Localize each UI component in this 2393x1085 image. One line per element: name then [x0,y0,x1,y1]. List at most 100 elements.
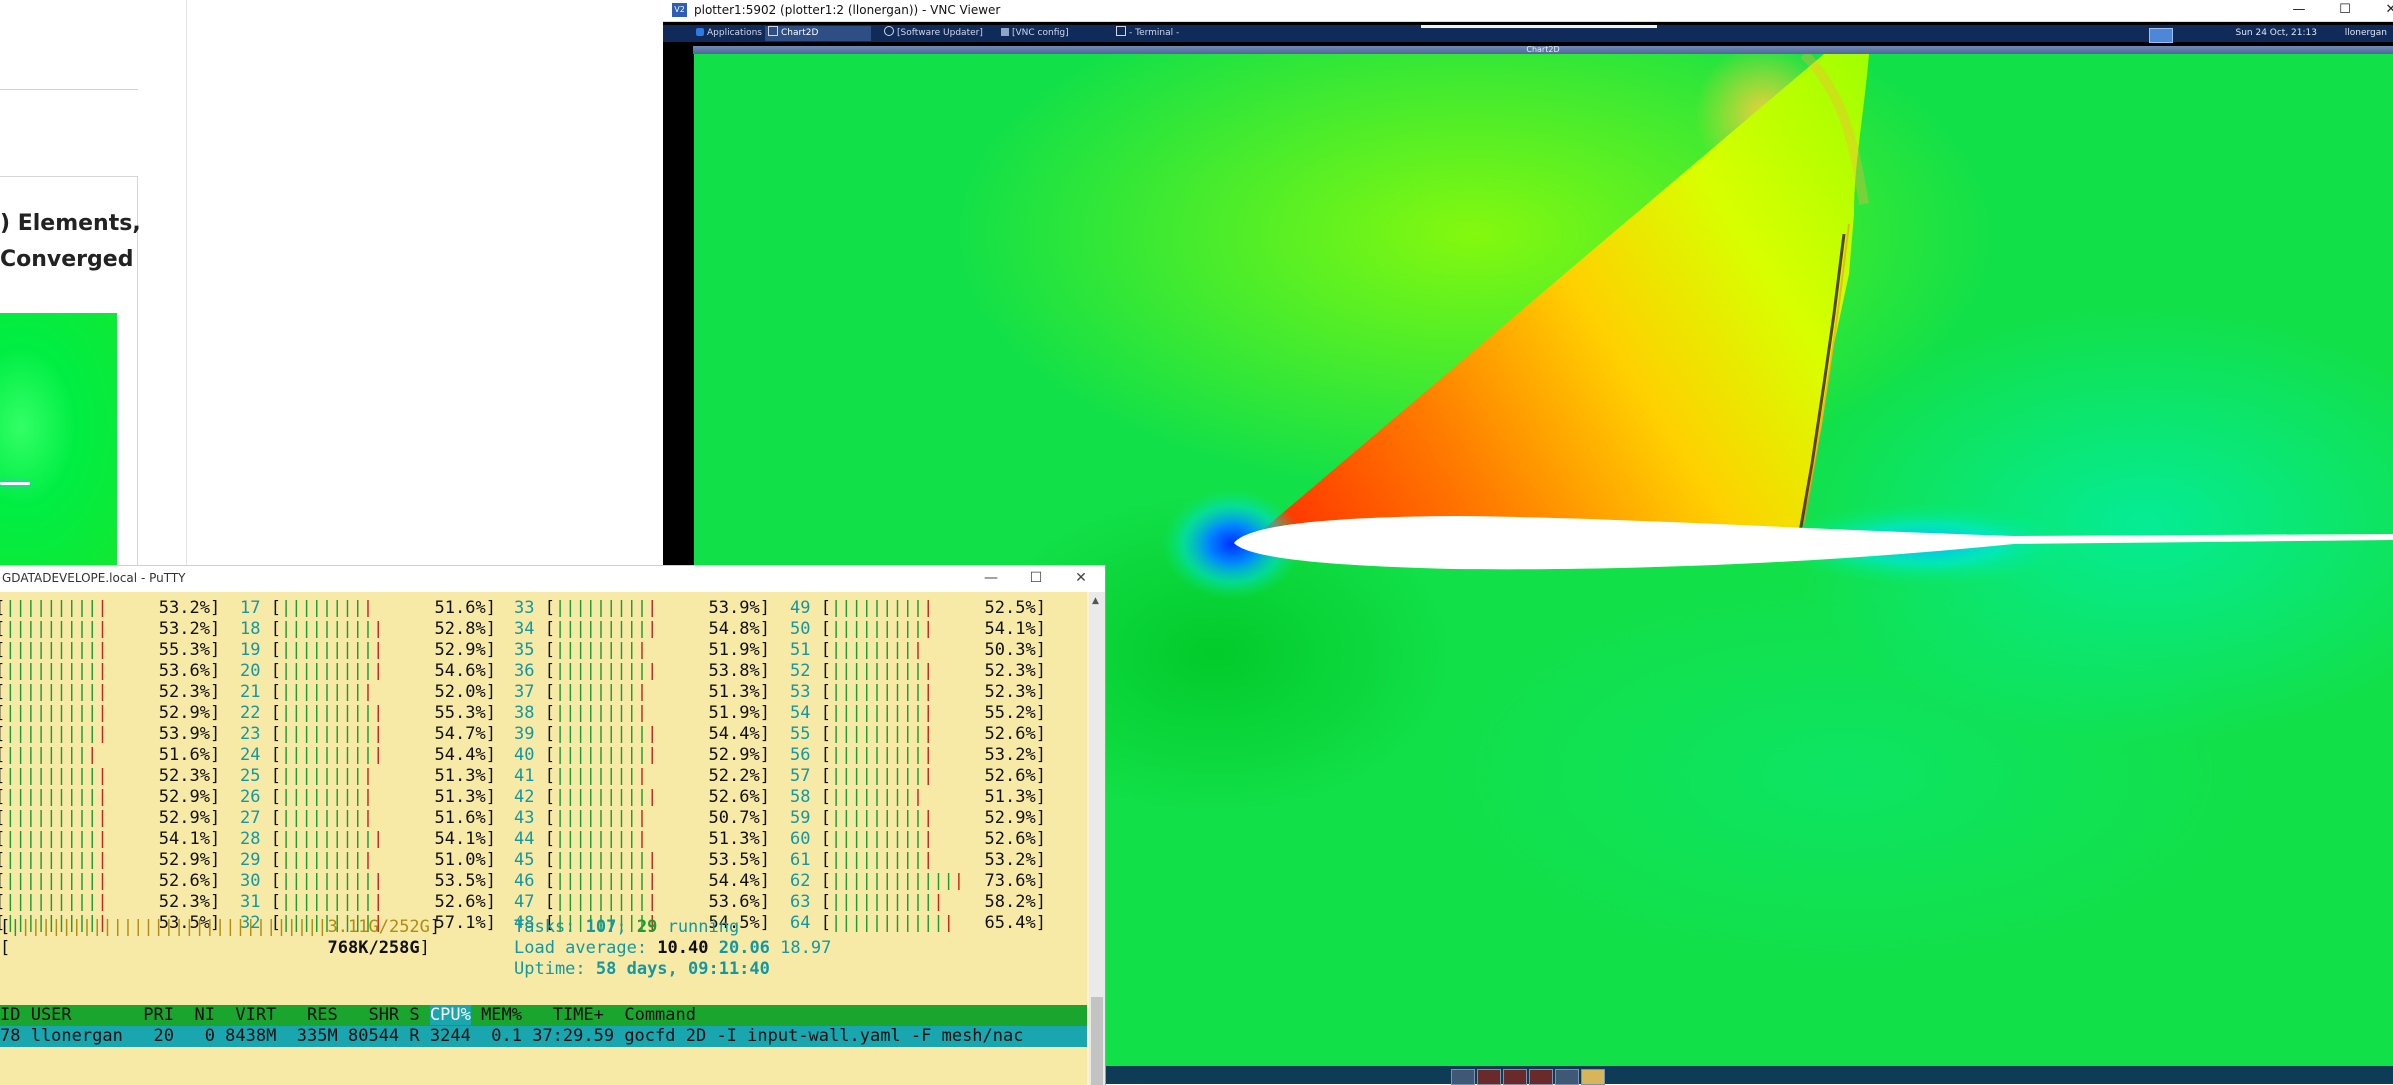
cpu-index: 58 [790,787,821,807]
cpu-meter: [|||||||||| 55.3%] [0,640,221,660]
cpu-meter: 42 [|||||||||| 52.6%] [514,787,770,807]
cpu-percent: 51.3% [373,787,486,807]
process-row-text: 78 llonergan 20 0 8438M 335M 80544 R 324… [0,1026,1024,1046]
cpu-percent: 51.9% [647,640,760,660]
dock-search-icon[interactable] [1555,1069,1579,1085]
cpu-index: 33 [514,598,545,618]
chart-window-title: Chart2D [1526,45,1560,54]
cpu-percent: 52.3% [107,892,210,912]
cpu-percent: 54.8% [657,619,760,639]
cpu-index: 18 [240,619,271,639]
cpu-index: 26 [240,787,271,807]
taskbar-item-chart2d[interactable]: Chart2D [765,26,871,41]
cpu-meter: 44 [||||||||| 51.3%] [514,829,770,849]
cpu-index: 30 [240,871,271,891]
cpu-percent: 53.6% [107,661,210,681]
dock-app-icon[interactable] [1477,1069,1501,1085]
cpu-percent: 53.5% [657,850,760,870]
cpu-percent: 52.2% [647,766,760,786]
cpu-index: 23 [240,724,271,744]
cpu-index: 27 [240,808,271,828]
cpu-meter: 33 [|||||||||| 53.9%] [514,598,770,618]
taskbar-item-software-updater[interactable]: [Software Updater] [881,26,986,41]
cpu-index: 44 [514,829,545,849]
maximize-button[interactable]: ☐ [2322,0,2368,21]
cpu-index: 46 [514,871,545,891]
dock-folder-icon[interactable] [1581,1069,1605,1085]
cpu-meter: 28 [|||||||||| 54.1%] [240,829,496,849]
scroll-up-arrow-icon[interactable]: ▲ [1092,596,1099,606]
cpu-index: 20 [240,661,271,681]
panel-clock[interactable]: Sun 24 Oct, 21:13 [2235,26,2317,41]
cpu-meter: [|||||||||| 52.9%] [0,703,221,723]
cpu-meter: 46 [|||||||||| 54.4%] [514,871,770,891]
cpu-index: 43 [514,808,545,828]
taskbar-item-terminal[interactable]: - Terminal - [1113,26,1182,41]
dock-terminal-icon[interactable] [1451,1069,1475,1085]
cpu-percent: 52.6% [933,829,1036,849]
minimize-button[interactable]: — [2276,0,2322,21]
cpu-index: 63 [790,892,821,912]
cpu-meter: 27 [||||||||| 51.6%] [240,808,496,828]
cpu-index: 21 [240,682,271,702]
dock-app-icon[interactable] [1503,1069,1527,1085]
terminal-area[interactable]: [|||||||||| 53.2%][|||||||||| 53.2%][|||… [0,592,1087,1085]
cpu-index: 52 [790,661,821,681]
cpu-index: 64 [790,913,821,933]
cpu-index: 25 [240,766,271,786]
cpu-percent: 52.3% [933,682,1036,702]
cpu-percent: 52.6% [107,871,210,891]
caption-line: Converged [0,247,134,272]
cpu-meter: 59 [|||||||||| 52.9%] [790,808,1046,828]
divider [0,89,138,90]
cpu-percent: 51.3% [373,766,486,786]
cpu-meter: 41 [||||||||| 52.2%] [514,766,770,786]
panel-input-strip [1421,25,1657,28]
mem-meter: [|||||||||||||||||||||||||||||||3.11G/25… [0,917,441,937]
figure-caption: ) Elements, Converged [0,206,141,278]
cpu-index: 36 [514,661,545,681]
close-button[interactable]: ✕ [2368,0,2393,21]
airfoil-thumbnail-shape [0,482,30,485]
cpu-percent: 65.4% [953,913,1036,933]
cpu-percent: 52.3% [933,661,1036,681]
window-titlebar[interactable]: V2 plotter1:5902 (plotter1:2 (llonergan)… [663,0,2393,22]
caption-line: ) Elements, [0,211,141,236]
cpu-sort-column[interactable]: CPU% [429,1005,471,1025]
cpu-meter: 35 [||||||||| 51.9%] [514,640,770,660]
cpu-meter: [|||||||||| 52.3%] [0,682,221,702]
cpu-meter: 23 [|||||||||| 54.7%] [240,724,496,744]
uptime-line: Uptime: 58 days, 09:11:40 [514,959,770,979]
divider [186,0,187,565]
scrollbar[interactable]: ▲ [1089,592,1105,1085]
cpu-percent: 51.6% [373,808,486,828]
dock-app-icon[interactable] [1529,1069,1553,1085]
cpu-meter: 40 [|||||||||| 52.9%] [514,745,770,765]
cpu-percent: 52.8% [383,619,486,639]
cpu-meter: [|||||||||| 52.9%] [0,850,221,870]
show-desktop-button[interactable] [2149,28,2173,43]
cpu-percent: 52.3% [107,766,210,786]
cpu-percent: 53.9% [657,598,760,618]
cpu-index: 50 [790,619,821,639]
scrollbar-thumb[interactable] [1091,997,1103,1085]
cpu-meter: [||||||||| 51.6%] [0,745,221,765]
cpu-meter: [|||||||||| 53.6%] [0,661,221,681]
maximize-button[interactable]: ☐ [1013,566,1059,592]
figure-thumbnail[interactable] [0,313,117,565]
cpu-index: 59 [790,808,821,828]
cpu-percent: 52.9% [933,808,1036,828]
applications-menu[interactable]: Applications [693,26,765,41]
window-titlebar[interactable]: GDATADEVELOPE.local - PuTTY — ☐ ✕ [0,566,1105,592]
cpu-meter: 37 [||||||||| 51.3%] [514,682,770,702]
close-button[interactable]: ✕ [1058,566,1104,592]
taskbar-item-vnc-config[interactable]: [VNC config] [998,26,1072,41]
process-header-text: ID USER PRI NI VIRT RES SHR S CPU% MEM% … [0,1005,696,1025]
cpu-percent: 52.6% [933,766,1036,786]
cpu-meter: 61 [|||||||||| 53.2%] [790,850,1046,870]
panel-user[interactable]: llonergan [2345,26,2387,41]
cpu-index: 54 [790,703,821,723]
minimize-button[interactable]: — [968,566,1014,592]
refresh-icon [884,26,894,36]
cpu-index: 39 [514,724,545,744]
